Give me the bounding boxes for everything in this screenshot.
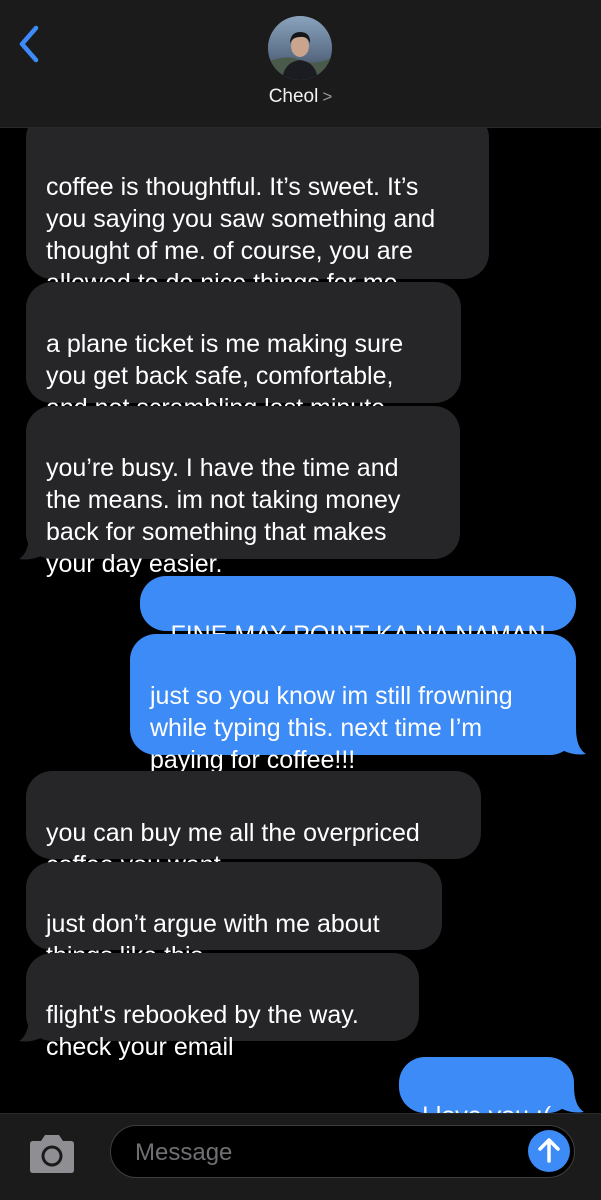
message-bubble-incoming[interactable]: you can buy me all the overpriced coffee…	[26, 771, 481, 879]
message-bubble-outgoing[interactable]: I love you :(	[399, 1057, 574, 1130]
bubble-tail-incoming	[19, 533, 43, 560]
bubble-tail-outgoing	[562, 728, 586, 755]
message-bubble-incoming[interactable]: just don’t argue with me about things li…	[26, 862, 442, 970]
contact-name-button[interactable]: Cheol >	[0, 86, 601, 108]
chevron-left-icon	[19, 25, 39, 63]
message-input-field[interactable]	[110, 1125, 575, 1178]
message-bubble-outgoing[interactable]: just so you know im still frowning while…	[130, 634, 576, 774]
message-text: you’re busy. I have the time and the mea…	[46, 454, 401, 578]
send-button[interactable]	[528, 1130, 570, 1172]
bubble-tail-incoming	[19, 1015, 43, 1042]
contact-name: Cheol	[268, 86, 319, 107]
message-bubble-incoming[interactable]: coffee is thoughtful. It’s sweet. It’s y…	[26, 112, 489, 297]
composer-bar	[0, 1113, 601, 1200]
contact-avatar[interactable]	[268, 16, 332, 80]
message-bubble-incoming[interactable]: flight's rebooked by the way. check your…	[26, 953, 419, 1061]
message-bubble-outgoing[interactable]: FINE MAY POINT KA NA NAMAN	[140, 576, 576, 649]
message-text: flight's rebooked by the way. check your…	[46, 1001, 359, 1061]
camera-icon	[30, 1135, 74, 1173]
message-bubble-incoming[interactable]: a plane ticket is me making sure you get…	[26, 282, 461, 422]
message-text: coffee is thoughtful. It’s sweet. It’s y…	[46, 173, 436, 297]
chevron-right-icon: >	[322, 87, 333, 106]
message-input[interactable]	[133, 1136, 507, 1170]
conversation-header: Cheol >	[0, 0, 601, 128]
bubble-tail-outgoing	[560, 1086, 584, 1113]
messages-screen: Cheol > coffee is thoughtful. It’s sweet.…	[0, 0, 601, 1200]
message-bubble-incoming[interactable]: you’re busy. I have the time and the mea…	[26, 406, 460, 578]
arrow-up-icon	[538, 1138, 560, 1163]
camera-button[interactable]	[26, 1134, 78, 1174]
message-text: just so you know im still frowning while…	[150, 682, 513, 774]
back-button[interactable]	[14, 22, 54, 66]
avatar-photo	[268, 16, 332, 80]
